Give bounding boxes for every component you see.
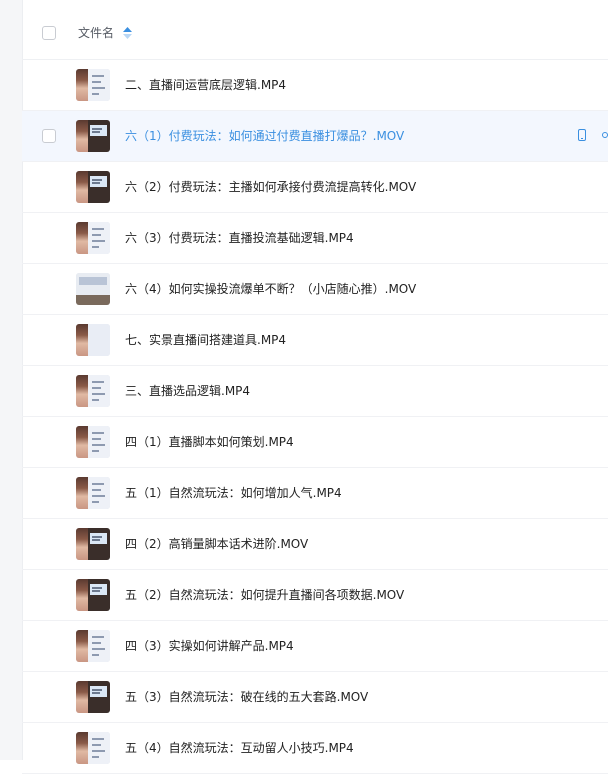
file-row[interactable]: 六（3）付费玩法：直播投流基础逻辑.MP4 [22, 213, 608, 264]
file-row[interactable]: 六（4）如何实操投流爆单不断？（小店随心推）.MOV [22, 264, 608, 315]
file-row[interactable]: 三、直播选品逻辑.MP4 [22, 366, 608, 417]
file-name[interactable]: 四（3）实操如何讲解产品.MP4 [125, 638, 294, 654]
video-thumbnail[interactable] [76, 324, 110, 356]
file-list: 二、直播间运营底层逻辑.MP4 六（1）付费玩法：如何通过付费直播打爆品？.MOV… [22, 60, 608, 774]
video-thumbnail[interactable] [76, 528, 110, 560]
video-thumbnail[interactable] [76, 477, 110, 509]
file-name[interactable]: 五（4）自然流玩法：互动留人小技巧.MP4 [125, 740, 354, 756]
file-name[interactable]: 七、实景直播间搭建道具.MP4 [125, 332, 286, 348]
file-row[interactable]: 二、直播间运营底层逻辑.MP4 [22, 60, 608, 111]
file-row[interactable]: 四（2）高销量脚本话术进阶.MOV [22, 519, 608, 570]
video-thumbnail[interactable] [76, 222, 110, 254]
file-row[interactable]: 四（1）直播脚本如何策划.MP4 [22, 417, 608, 468]
file-name[interactable]: 五（3）自然流玩法：破在线的五大套路.MOV [125, 689, 368, 705]
video-thumbnail[interactable] [76, 579, 110, 611]
video-thumbnail[interactable] [76, 273, 110, 305]
file-name[interactable]: 六（1）付费玩法：如何通过付费直播打爆品？.MOV [125, 128, 404, 144]
file-row[interactable]: 六（2）付费玩法：主播如何承接付费流提高转化.MOV [22, 162, 608, 213]
sort-icon[interactable] [123, 27, 132, 39]
video-thumbnail[interactable] [76, 630, 110, 662]
row-checkbox[interactable] [42, 129, 56, 143]
column-header-filename[interactable]: 文件名 [78, 25, 114, 41]
file-row[interactable]: 六（1）付费玩法：如何通过付费直播打爆品？.MOV [22, 111, 608, 162]
video-thumbnail[interactable] [76, 375, 110, 407]
file-name[interactable]: 六（3）付费玩法：直播投流基础逻辑.MP4 [125, 230, 354, 246]
video-thumbnail[interactable] [76, 732, 110, 764]
video-thumbnail[interactable] [76, 681, 110, 713]
select-all-checkbox[interactable] [42, 26, 56, 40]
left-gutter [0, 0, 23, 760]
file-name[interactable]: 六（2）付费玩法：主播如何承接付费流提高转化.MOV [125, 179, 416, 195]
video-thumbnail[interactable] [76, 426, 110, 458]
file-name[interactable]: 五（2）自然流玩法：如何提升直播间各项数据.MOV [125, 587, 404, 603]
file-row[interactable]: 五（2）自然流玩法：如何提升直播间各项数据.MOV [22, 570, 608, 621]
file-name[interactable]: 三、直播选品逻辑.MP4 [125, 383, 250, 399]
file-name[interactable]: 四（2）高销量脚本话术进阶.MOV [125, 536, 308, 552]
file-name[interactable]: 六（4）如何实操投流爆单不断？（小店随心推）.MOV [125, 281, 416, 297]
file-row[interactable]: 五（4）自然流玩法：互动留人小技巧.MP4 [22, 723, 608, 774]
video-thumbnail[interactable] [76, 171, 110, 203]
file-name[interactable]: 二、直播间运营底层逻辑.MP4 [125, 77, 286, 93]
file-row[interactable]: 七、实景直播间搭建道具.MP4 [22, 315, 608, 366]
phone-icon[interactable] [578, 129, 586, 141]
file-row[interactable]: 五（3）自然流玩法：破在线的五大套路.MOV [22, 672, 608, 723]
file-row[interactable]: 四（3）实操如何讲解产品.MP4 [22, 621, 608, 672]
video-thumbnail[interactable] [76, 120, 110, 152]
file-name[interactable]: 五（1）自然流玩法：如何增加人气.MP4 [125, 485, 342, 501]
share-icon[interactable] [602, 132, 608, 138]
file-row[interactable]: 五（1）自然流玩法：如何增加人气.MP4 [22, 468, 608, 519]
file-list-header: 文件名 [22, 0, 608, 60]
video-thumbnail[interactable] [76, 69, 110, 101]
file-name[interactable]: 四（1）直播脚本如何策划.MP4 [125, 434, 294, 450]
